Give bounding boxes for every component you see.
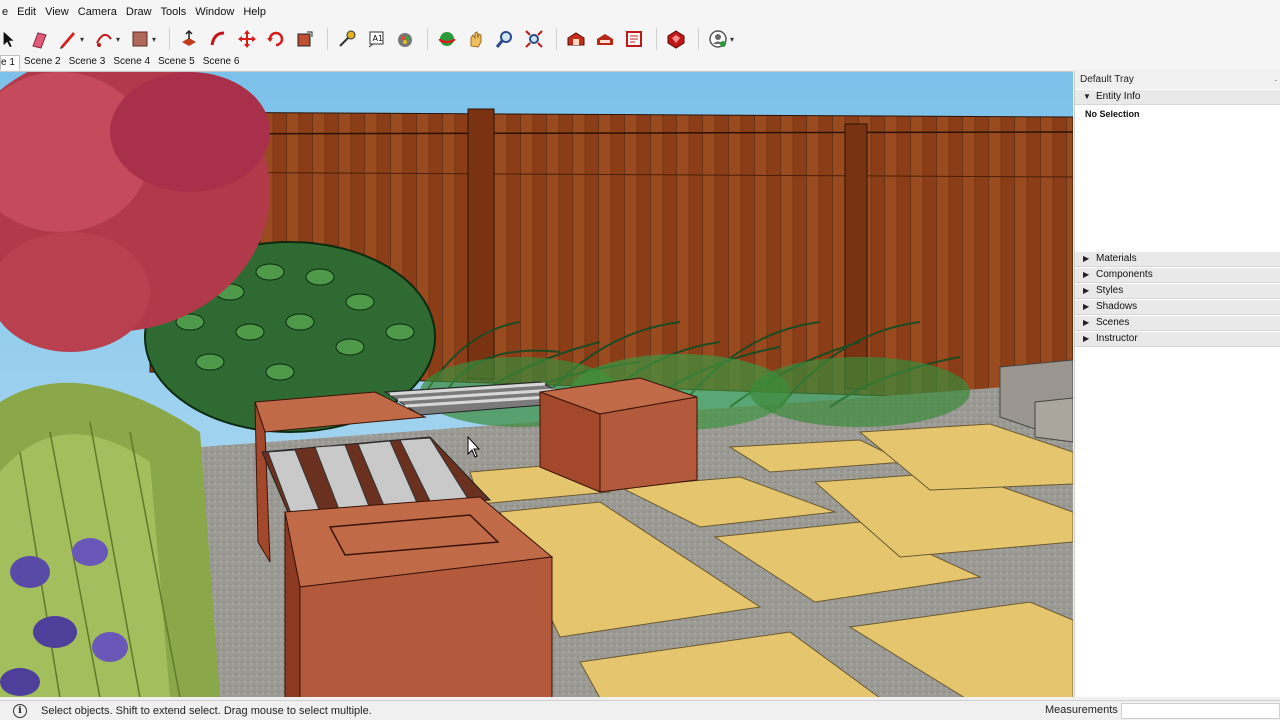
panel-label: Instructor — [1096, 333, 1138, 344]
follow-me-icon[interactable] — [205, 26, 231, 52]
panel-label: Materials — [1096, 253, 1137, 264]
panel-entity-info-label: Entity Info — [1096, 91, 1141, 102]
expanded-triangle-icon: ▼ — [1083, 92, 1091, 101]
arc-icon[interactable] — [91, 26, 117, 52]
tray-title: Default Tray ∙ — [1075, 71, 1280, 89]
text-tool-icon[interactable]: A1 — [363, 26, 389, 52]
tray-panel-list: ▶ Materials ▶ Components ▶ Styles ▶ Shad… — [1075, 251, 1280, 347]
collapsed-triangle-icon: ▶ — [1083, 270, 1090, 279]
panel-label: Styles — [1096, 285, 1124, 296]
user-dropdown-icon[interactable]: ▾ — [730, 35, 738, 44]
orbit-icon[interactable] — [434, 26, 460, 52]
panel-shadows[interactable]: ▶ Shadows — [1075, 299, 1280, 315]
collapsed-triangle-icon: ▶ — [1083, 254, 1090, 263]
rectangle-icon[interactable] — [127, 26, 153, 52]
bench-block-front — [284, 496, 554, 697]
tab-scene-2[interactable]: Scene 2 — [20, 55, 65, 70]
collapsed-triangle-icon: ▶ — [1083, 334, 1090, 343]
menu-window[interactable]: Window — [192, 0, 240, 24]
tab-scene-3[interactable]: Scene 3 — [65, 55, 110, 70]
panel-label: Shadows — [1096, 301, 1138, 312]
toolbar-divider — [556, 28, 557, 50]
warehouse-icon[interactable] — [563, 26, 589, 52]
toolbar-divider — [169, 28, 170, 50]
toolbar-divider — [698, 28, 699, 50]
panel-label: Scenes — [1096, 317, 1130, 328]
tape-measure-icon[interactable] — [334, 26, 360, 52]
garden-scene — [0, 72, 1073, 697]
measurements-input[interactable] — [1121, 703, 1280, 719]
tab-scene-6[interactable]: Scene 6 — [199, 55, 244, 70]
rectangle-dropdown-icon[interactable]: ▾ — [152, 35, 160, 44]
tab-scene-5[interactable]: Scene 5 — [154, 55, 199, 70]
collapsed-triangle-icon: ▶ — [1083, 318, 1090, 327]
status-bar: i Select objects. Shift to extend select… — [0, 700, 1280, 720]
toolbar-divider — [327, 28, 328, 50]
entity-info-status: No Selection — [1085, 109, 1140, 119]
entity-info-body: No Selection — [1075, 105, 1280, 251]
extension-manager-icon[interactable] — [663, 26, 689, 52]
menu-draw[interactable]: Draw — [123, 0, 158, 24]
panel-entity-info[interactable]: ▼ Entity Info — [1075, 89, 1280, 105]
scene-tabs: e 1 Scene 2 Scene 3 Scene 4 Scene 5 Scen… — [0, 54, 1280, 70]
tab-scene-4[interactable]: Scene 4 — [109, 55, 154, 70]
menu-edit[interactable]: Edit — [14, 0, 42, 24]
panel-instructor[interactable]: ▶ Instructor — [1075, 331, 1280, 347]
pencil-dropdown-icon[interactable]: ▾ — [80, 35, 88, 44]
select-tool-icon[interactable] — [0, 26, 18, 52]
eraser-icon[interactable] — [26, 26, 52, 52]
info-icon[interactable]: i — [13, 703, 27, 718]
status-hint: Select objects. Shift to extend select. … — [41, 704, 372, 717]
move-icon[interactable] — [234, 26, 260, 52]
tab-scene-1[interactable]: e 1 — [0, 55, 20, 70]
panel-label: Components — [1096, 269, 1153, 280]
model-viewport[interactable] — [0, 71, 1073, 697]
fence-post — [844, 123, 868, 390]
rotate-icon[interactable] — [263, 26, 289, 52]
layout-icon[interactable] — [621, 26, 647, 52]
default-tray: Default Tray ∙ ▼ Entity Info No Selectio… — [1074, 71, 1280, 697]
tray-title-text: Default Tray — [1080, 74, 1134, 85]
fence-post — [467, 108, 495, 380]
pencil-icon[interactable] — [55, 26, 81, 52]
panel-scenes[interactable]: ▶ Scenes — [1075, 315, 1280, 331]
toolbar-divider — [656, 28, 657, 50]
arc-dropdown-icon[interactable]: ▾ — [116, 35, 124, 44]
zoom-extents-icon[interactable] — [521, 26, 547, 52]
menu-camera[interactable]: Camera — [75, 0, 123, 24]
menu-tools[interactable]: Tools — [158, 0, 193, 24]
menu-help[interactable]: Help — [240, 0, 272, 24]
menu-view[interactable]: View — [42, 0, 75, 24]
toolbar-divider — [427, 28, 428, 50]
panel-materials[interactable]: ▶ Materials — [1075, 251, 1280, 267]
extension-warehouse-icon[interactable] — [592, 26, 618, 52]
panel-styles[interactable]: ▶ Styles — [1075, 283, 1280, 299]
menu-bar: e Edit View Camera Draw Tools Window Hel… — [0, 0, 1280, 24]
main-toolbar: ▾ ▾ ▾ A1 ▾ — [0, 24, 1280, 54]
panel-components[interactable]: ▶ Components — [1075, 267, 1280, 283]
pan-icon[interactable] — [463, 26, 489, 52]
svg-text:A1: A1 — [373, 34, 384, 43]
zoom-icon[interactable] — [492, 26, 518, 52]
user-account-icon[interactable] — [705, 26, 731, 52]
collapsed-triangle-icon: ▶ — [1083, 302, 1090, 311]
menu-file[interactable]: e — [0, 0, 14, 24]
paint-bucket-icon[interactable] — [392, 26, 418, 52]
measurements-label: Measurements — [1045, 704, 1118, 716]
push-pull-icon[interactable] — [176, 26, 202, 52]
scale-icon[interactable] — [292, 26, 318, 52]
collapsed-triangle-icon: ▶ — [1083, 286, 1090, 295]
bench-block-right — [539, 377, 698, 493]
pin-icon[interactable]: ∙ — [1274, 71, 1277, 89]
